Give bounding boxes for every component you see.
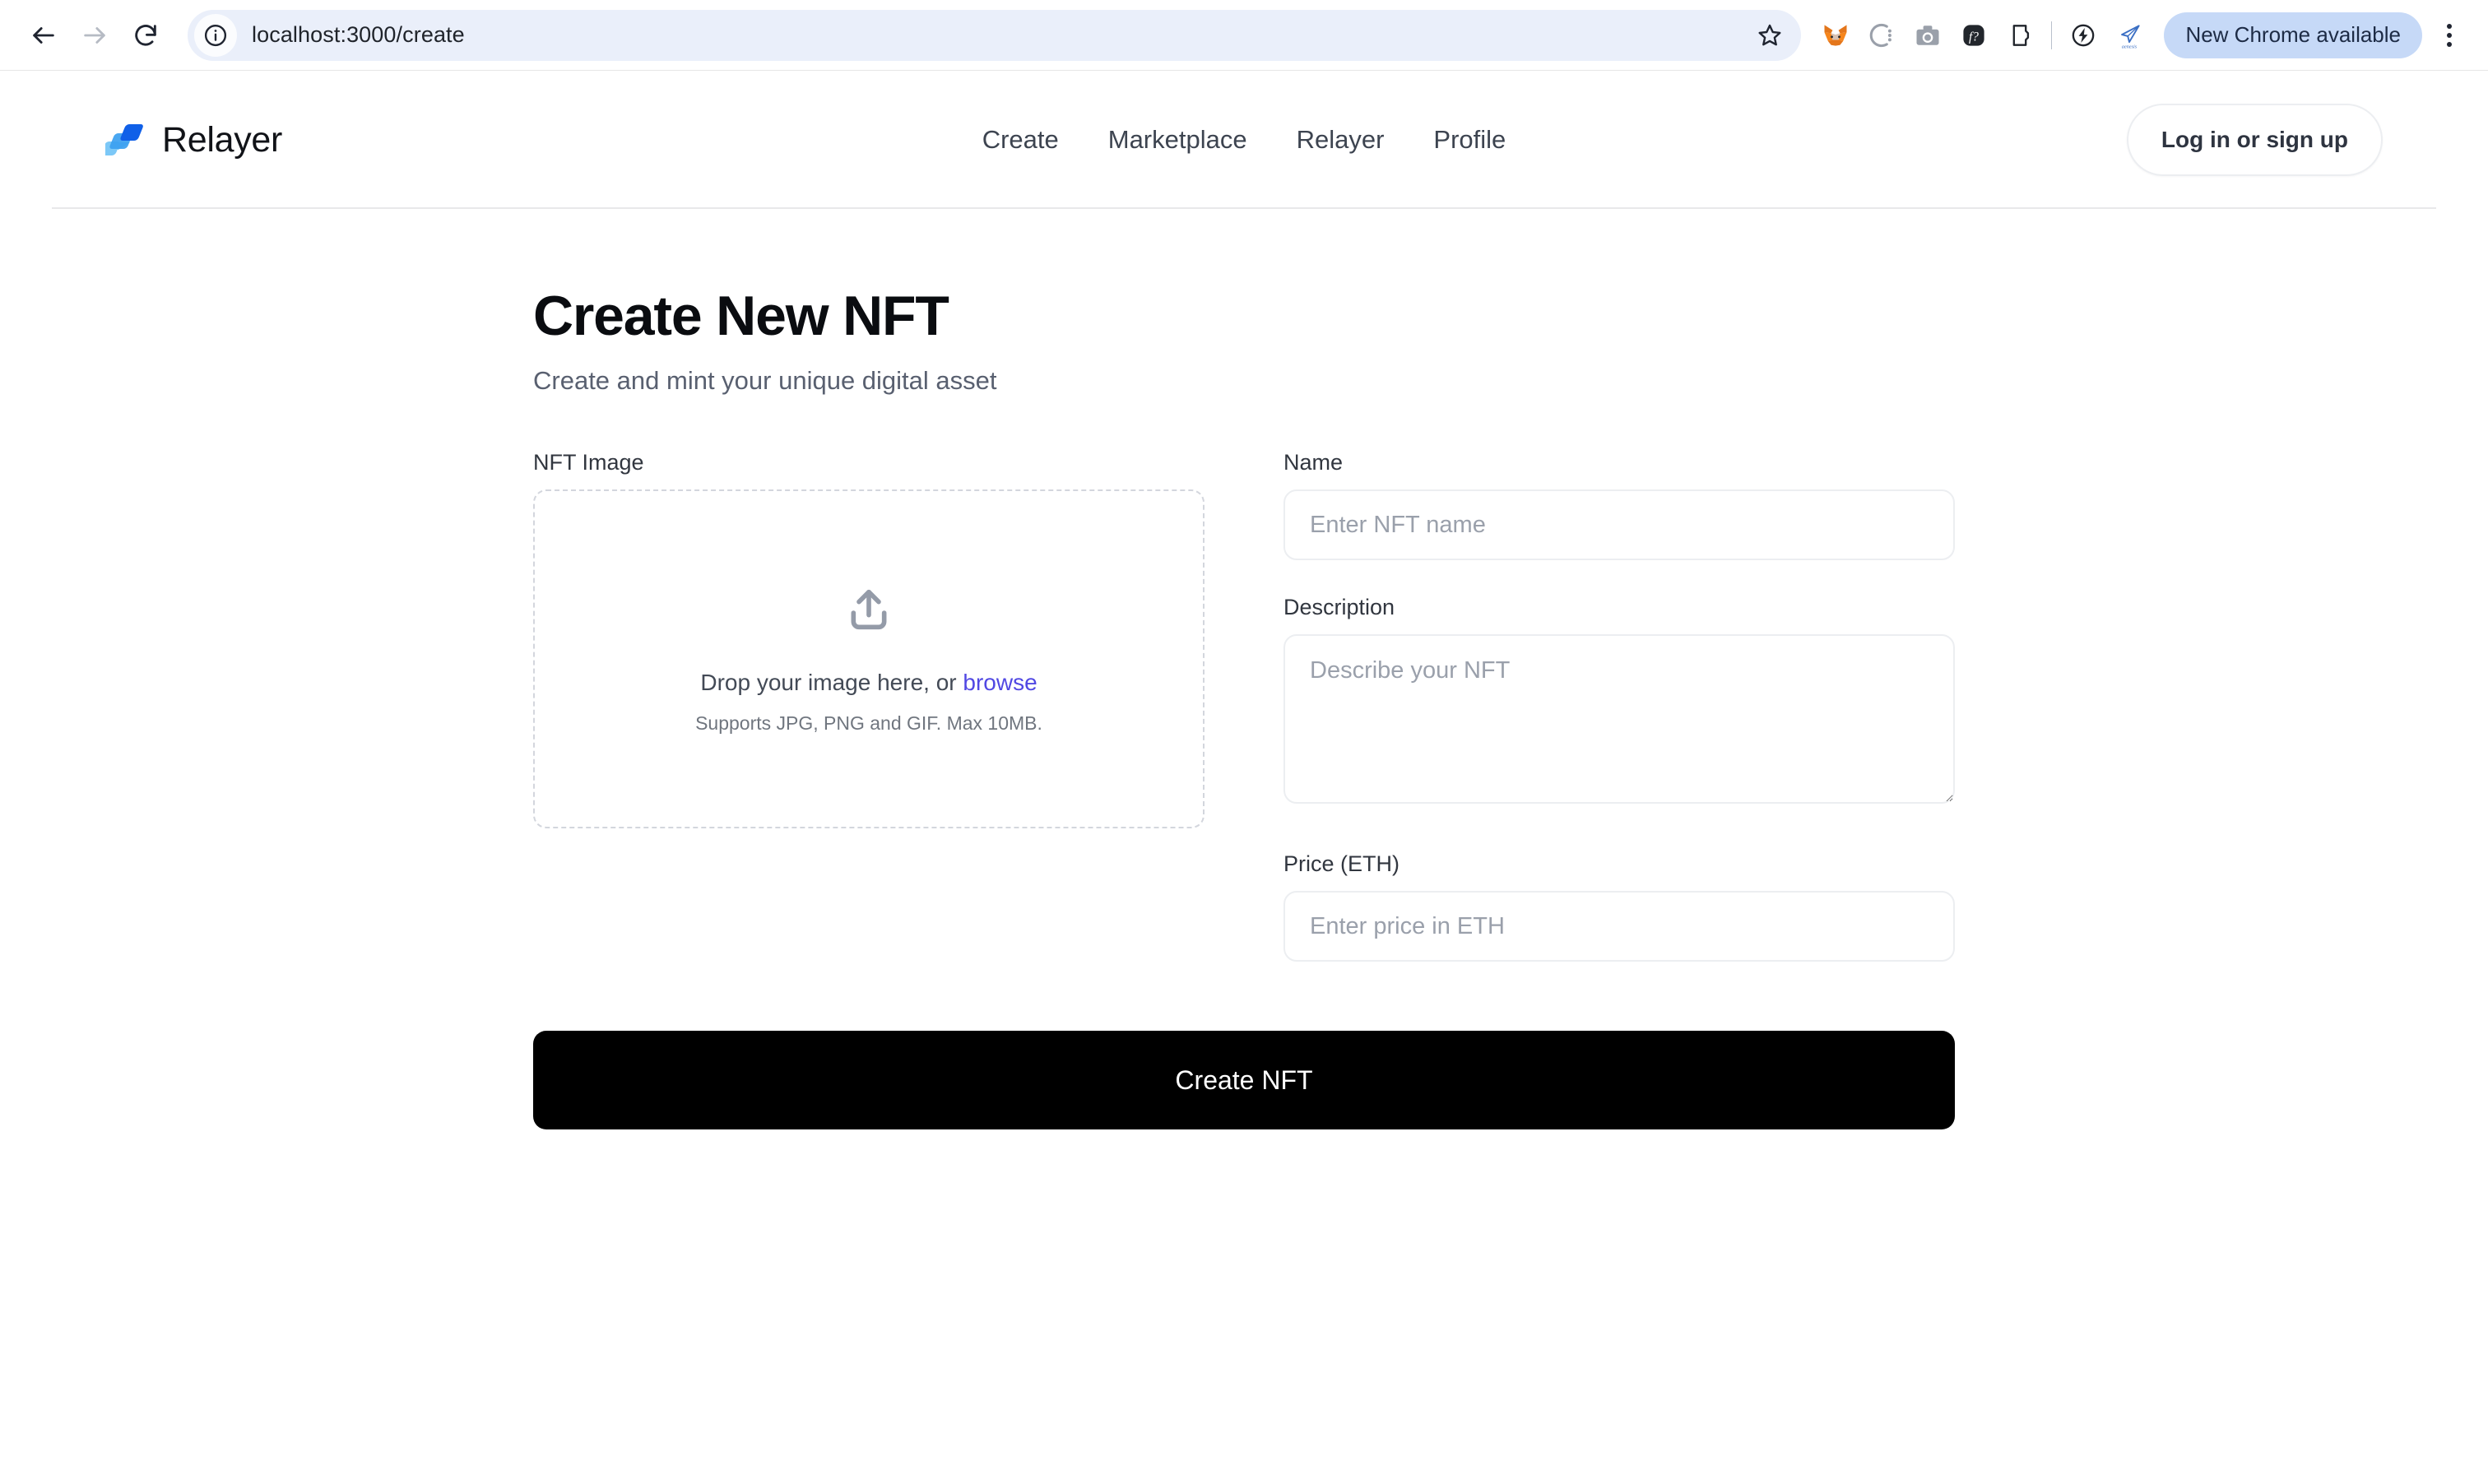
fox-glyph-icon <box>1824 24 1847 46</box>
screenshot-extension-icon[interactable] <box>1905 12 1951 58</box>
description-field: Description <box>1283 595 1955 805</box>
image-dropzone[interactable]: Drop your image here, or browse Supports… <box>533 489 1205 829</box>
coinbase-wallet-extension-icon[interactable] <box>1859 12 1905 58</box>
kebab-dot <box>2447 32 2452 38</box>
genesis-extension-icon[interactable]: aenesis <box>2106 12 2152 58</box>
phantom-wallet-extension-icon[interactable] <box>2060 12 2106 58</box>
nft-image-label: NFT Image <box>533 450 644 475</box>
forward-arrow-icon <box>84 26 105 44</box>
forward-button[interactable] <box>69 10 120 61</box>
chrome-menu-button[interactable] <box>2429 12 2470 58</box>
create-nft-form: NFT Image Drop your image here, or brows… <box>533 450 1957 962</box>
upload-icon <box>851 590 887 630</box>
camera-icon <box>1916 25 1939 45</box>
fx-badge-icon: f? <box>1963 24 1985 46</box>
page-title: Create New NFT <box>533 285 949 347</box>
login-signup-label: Log in or sign up <box>2161 127 2348 152</box>
name-label: Name <box>1283 450 1344 475</box>
chrome-update-button[interactable]: New Chrome available <box>2164 12 2422 58</box>
form-column-right: Name Description Price (ETH) <box>1283 450 1955 962</box>
nav-item-relayer[interactable]: Relayer <box>1297 125 1385 155</box>
lightning-circle-icon <box>2073 24 2095 46</box>
page-subtitle: Create and mint your unique digital asse… <box>533 366 997 396</box>
upload-icon-wrap <box>842 583 895 640</box>
brand-name: Relayer <box>162 119 283 160</box>
login-signup-button[interactable]: Log in or sign up <box>2126 104 2383 176</box>
kebab-dot <box>2447 41 2452 47</box>
dropzone-instruction: Drop your image here, or browse <box>700 670 1037 696</box>
description-label: Description <box>1283 595 1395 620</box>
wallet-outline-icon <box>2013 24 2030 46</box>
keplr-wallet-extension-icon[interactable] <box>1997 12 2043 58</box>
create-nft-button[interactable]: Create NFT <box>533 1031 1955 1130</box>
nft-image-field: NFT Image Drop your image here, or brows… <box>533 450 1205 829</box>
address-bar[interactable]: localhost:3000/create <box>188 9 1802 61</box>
price-input[interactable] <box>1283 891 1955 962</box>
create-nft-container: Create New NFT Create and mint your uniq… <box>533 285 1957 1130</box>
paper-plane-icon: aenesis <box>2121 24 2141 49</box>
c-bracket-glyph-icon <box>1870 23 1892 47</box>
svg-text:f?: f? <box>1969 30 1979 44</box>
dropzone-instruction-text: Drop your image here, or <box>700 670 963 696</box>
reload-button[interactable] <box>120 10 171 61</box>
bookmark-button[interactable] <box>1750 16 1789 55</box>
kebab-dot <box>2447 23 2452 29</box>
page-content: Create New NFT Create and mint your uniq… <box>0 209 2488 1130</box>
name-input[interactable] <box>1283 489 1955 561</box>
nav-item-create[interactable]: Create <box>982 125 1059 155</box>
create-nft-button-label: Create NFT <box>1175 1064 1313 1095</box>
info-icon <box>204 24 227 46</box>
svg-text:aenesis: aenesis <box>2122 44 2138 49</box>
main-navigation: Create Marketplace Relayer Profile <box>982 125 1506 155</box>
chrome-update-label: New Chrome available <box>2185 22 2401 47</box>
relayer-logo-icon <box>105 124 143 155</box>
browser-toolbar: localhost:3000/create f? aenesis New Chr… <box>0 0 2488 71</box>
site-header: Relayer Create Marketplace Relayer Profi… <box>0 71 2488 209</box>
form-column-left: NFT Image Drop your image here, or brows… <box>533 450 1205 962</box>
reload-icon <box>135 24 156 46</box>
back-arrow-icon <box>33 26 54 44</box>
metamask-extension-icon[interactable] <box>1813 12 1859 58</box>
browse-link[interactable]: browse <box>963 670 1037 695</box>
back-button[interactable] <box>18 10 69 61</box>
toolbar-divider <box>2051 21 2053 49</box>
price-label: Price (ETH) <box>1283 851 1400 877</box>
site-info-button[interactable] <box>194 13 237 57</box>
extensions-tray: f? aenesis <box>1813 12 2152 58</box>
star-icon <box>1758 24 1781 45</box>
formula-extension-icon[interactable]: f? <box>1951 12 1997 58</box>
description-input[interactable] <box>1283 634 1955 805</box>
nav-item-profile[interactable]: Profile <box>1433 125 1506 155</box>
name-field: Name <box>1283 450 1955 561</box>
url-text[interactable]: localhost:3000/create <box>252 22 1750 48</box>
brand-logo[interactable]: Relayer <box>105 118 282 161</box>
nav-item-marketplace[interactable]: Marketplace <box>1108 125 1247 155</box>
dropzone-hint: Supports JPG, PNG and GIF. Max 10MB. <box>695 712 1042 735</box>
price-field: Price (ETH) <box>1283 851 1955 962</box>
